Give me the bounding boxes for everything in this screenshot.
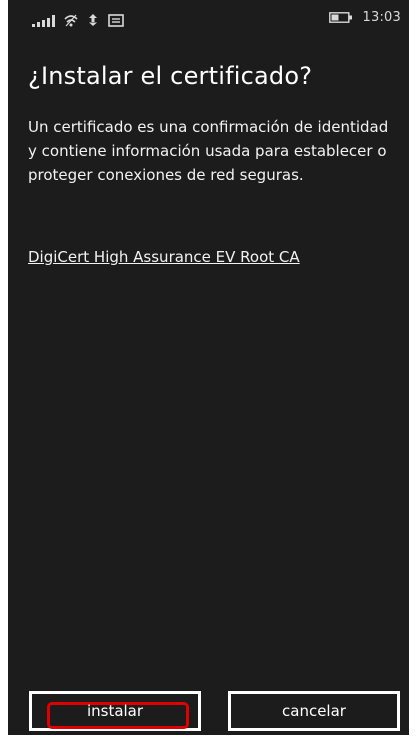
cancel-button[interactable]: cancelar	[228, 691, 400, 731]
phone-screen: 13:03 ¿Instalar el certificado? Un certi…	[8, 0, 409, 735]
status-bar: 13:03	[8, 0, 409, 38]
dialog-description: Un certificado es una confirmación de id…	[28, 118, 389, 184]
battery-icon	[328, 12, 353, 23]
wifi-icon	[64, 14, 78, 27]
status-icons-left	[32, 11, 124, 27]
data-sync-icon	[87, 13, 99, 27]
clock-time: 13:03	[362, 10, 401, 25]
certificate-name-link[interactable]: DigiCert High Assurance EV Root CA	[28, 248, 300, 266]
message-icon	[108, 14, 124, 27]
install-button[interactable]: instalar	[29, 691, 201, 731]
signal-bars-icon	[32, 15, 55, 27]
status-icons-right: 13:03	[328, 10, 401, 25]
install-button-label: instalar	[86, 702, 144, 720]
cancel-button-label: cancelar	[282, 702, 346, 720]
dialog-title: ¿Instalar el certificado?	[28, 62, 313, 90]
